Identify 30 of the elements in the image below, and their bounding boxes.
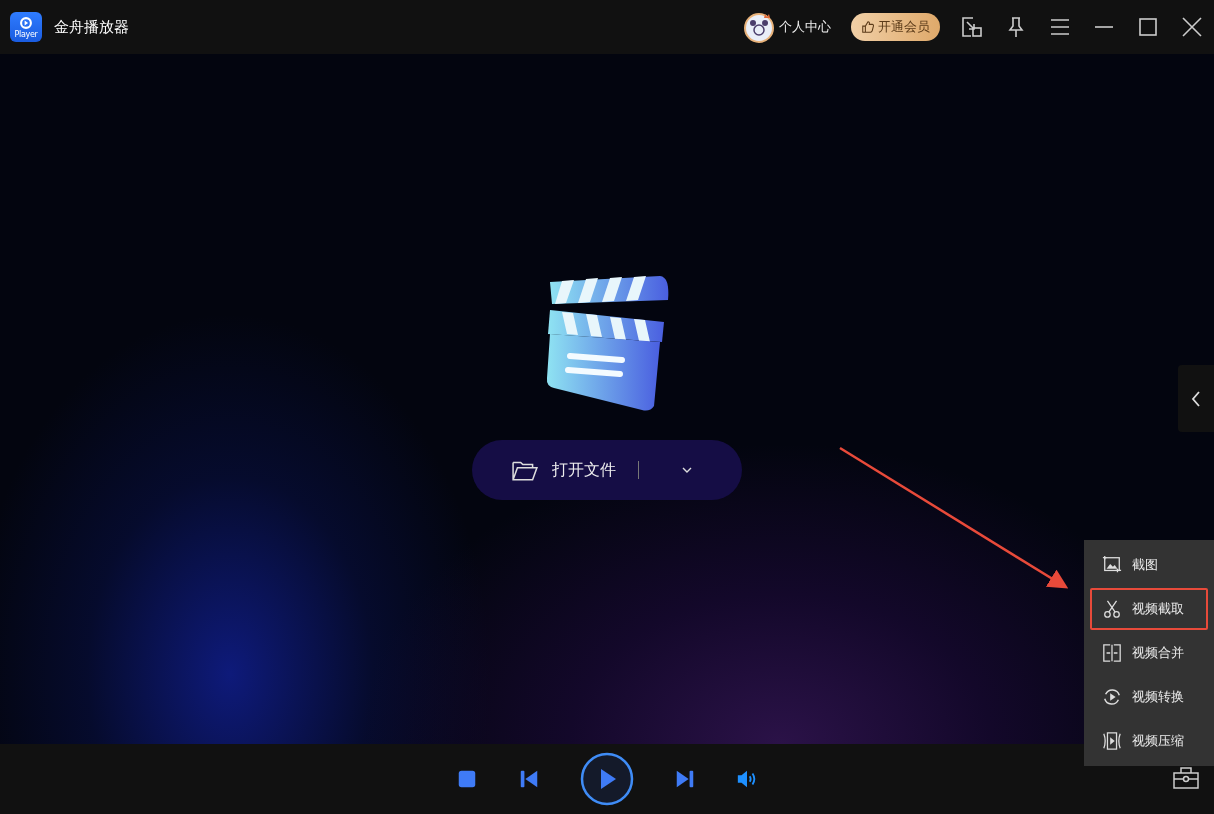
menu-item[interactable]: 视频压缩	[1090, 720, 1208, 762]
play-icon	[19, 15, 33, 30]
vip-button[interactable]: 开通会员	[851, 13, 940, 41]
folder-icon	[512, 459, 538, 481]
window-title: 金舟播放器	[54, 17, 129, 37]
thumbs-up-icon	[861, 20, 875, 34]
mini-window-icon[interactable]	[960, 15, 984, 39]
caret-icon[interactable]	[681, 466, 693, 474]
menu-item[interactable]: 视频截取	[1090, 588, 1208, 630]
menu-item[interactable]: 视频合并	[1090, 632, 1208, 674]
scissors-icon	[1102, 599, 1122, 619]
panel-toggle-button[interactable]	[1178, 365, 1214, 432]
toolbox-icon[interactable]	[1172, 766, 1200, 790]
compress-icon	[1102, 731, 1122, 751]
previous-icon[interactable]	[518, 768, 540, 790]
image-crop-icon	[1102, 555, 1122, 575]
stop-icon[interactable]	[456, 768, 478, 790]
play-button[interactable]	[580, 752, 634, 806]
logo-text: Player	[14, 29, 38, 39]
next-icon[interactable]	[674, 768, 696, 790]
close-icon[interactable]	[1180, 15, 1204, 39]
menu-item[interactable]: 视频转换	[1090, 676, 1208, 718]
maximize-icon[interactable]	[1136, 15, 1160, 39]
menu-item[interactable]: 截图	[1090, 544, 1208, 586]
avatar-icon	[743, 11, 775, 43]
user-center-button[interactable]: 个人中心	[743, 11, 831, 43]
convert-icon	[1102, 687, 1122, 707]
open-file-button[interactable]: 打开文件	[472, 440, 742, 500]
volume-icon[interactable]	[736, 768, 758, 790]
merge-icon	[1102, 643, 1122, 663]
